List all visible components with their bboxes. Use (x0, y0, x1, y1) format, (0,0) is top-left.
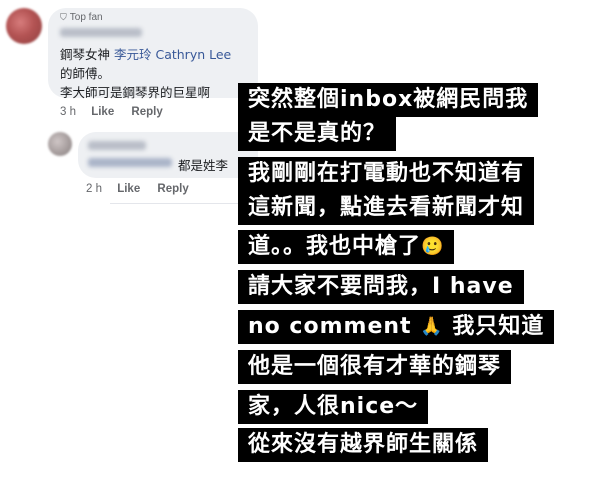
mention-link[interactable]: 李元玲 Cathryn Lee (114, 47, 231, 62)
divider (110, 203, 250, 204)
top-fan-label: Top fan (69, 12, 103, 23)
comment-line: 鋼琴女神 李元玲 Cathryn Lee (60, 44, 231, 63)
story-text-line: 道。。我也中槍了🥲 (238, 230, 455, 264)
comment-bubble (78, 132, 258, 178)
story-text-line: 這新聞，點進去看新聞才知 (238, 191, 535, 225)
story-text-line: 是不是真的？ (238, 117, 397, 151)
comment-line: 的師傅。 (60, 66, 111, 81)
comment-actions: 2 h Like Reply (86, 183, 203, 195)
story-text: no comment (248, 314, 412, 339)
blurred-commenter-name (88, 141, 146, 150)
comment-actions: 3 h Like Reply (60, 106, 177, 118)
comment-text: 鋼琴女神 (60, 47, 111, 62)
avatar[interactable] (48, 132, 72, 156)
story-text-line: no comment 🙏 我只知道 (238, 310, 555, 344)
comment-time: 3 h (60, 106, 76, 118)
story-text-line: 家，人很nice～ (238, 390, 429, 424)
story-text-line: 請大家不要問我，I have (238, 270, 524, 304)
comment-line: 李大師可是鋼琴界的巨星啊 (60, 85, 211, 100)
like-button[interactable]: Like (117, 183, 140, 195)
story-text: 道。。我也中槍了 (248, 234, 422, 259)
comment-text: 都是姓李 (178, 158, 229, 173)
praying-hands-icon: 🙏 (420, 316, 444, 337)
story-text: 我只知道 (452, 314, 545, 339)
badge-icon: ⛉ (60, 12, 67, 22)
story-text-line: 從來沒有越界師生關係 (238, 428, 489, 462)
blurred-mention (88, 158, 172, 167)
avatar[interactable] (6, 8, 42, 44)
reply-button[interactable]: Reply (157, 183, 188, 195)
blurred-commenter-name (60, 28, 142, 37)
story-text-line: 突然整個inbox被網民問我 (238, 83, 539, 117)
story-text-line: 我剛剛在打電動也不知道有 (238, 157, 535, 191)
like-button[interactable]: Like (91, 106, 114, 118)
reply-button[interactable]: Reply (131, 106, 162, 118)
story-text-line: 他是一個很有才華的鋼琴 (238, 350, 512, 384)
top-fan-badge: ⛉ Top fan (60, 12, 103, 23)
comment-time: 2 h (86, 183, 102, 195)
crying-face-icon: 🥲 (421, 236, 445, 257)
